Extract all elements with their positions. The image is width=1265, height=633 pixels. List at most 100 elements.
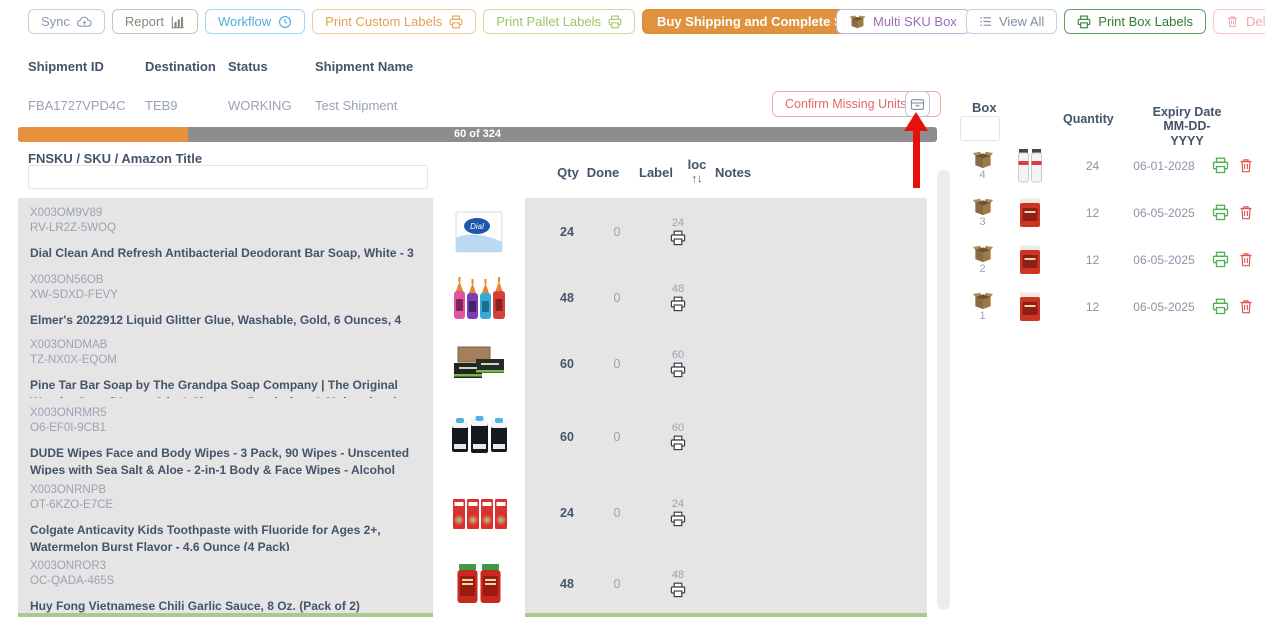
sync-button[interactable]: Sync	[28, 9, 105, 34]
product-title: DUDE Wipes Face and Body Wipes - 3 Pack,…	[30, 445, 421, 475]
product-image-colgate-toothpaste	[433, 475, 525, 551]
shipment-name-value: Test Shipment	[315, 98, 397, 113]
product-image-chili-garlic-sauce	[433, 551, 525, 617]
delete-box-icon[interactable]	[1238, 298, 1254, 315]
product-image-glitter-glue	[433, 265, 525, 330]
done-column-header: Done	[583, 165, 623, 180]
box-expiry-value: 06-01-2028	[1130, 159, 1198, 173]
shipment-id-value: FBA1727VPD4C	[28, 98, 126, 113]
print-box-label-icon[interactable]	[1212, 298, 1229, 315]
delete-box-icon[interactable]	[1238, 251, 1254, 268]
sku: XW-SDXD-FEVY	[30, 288, 421, 303]
sku: RV-LR2Z-5WOQ	[30, 221, 421, 236]
product-row[interactable]: X003ONROR3 OC-QADA-465S Huy Fong Vietnam…	[18, 551, 433, 617]
cloud-sync-icon	[77, 16, 92, 28]
product-image-dude-wipes	[433, 398, 525, 475]
product-title: Elmer's 2022912 Liquid Glitter Glue, Was…	[30, 312, 421, 330]
open-box-icon	[972, 151, 994, 169]
print-label-icon[interactable]	[670, 582, 686, 598]
destination-header: Destination	[145, 59, 216, 74]
delete-box-icon[interactable]	[1238, 204, 1254, 221]
delete-boxes-button[interactable]: Delete Boxes	[1213, 9, 1265, 34]
view-all-label: View All	[999, 14, 1044, 29]
print-label-icon[interactable]	[670, 230, 686, 246]
print-custom-labels-button[interactable]: Print Custom Labels	[312, 9, 476, 34]
product-image-dial-soap: Dial	[433, 198, 525, 265]
box-product-image-red-pouch	[1005, 197, 1055, 229]
print-pallet-labels-label: Print Pallet Labels	[496, 14, 601, 29]
sku: OC-QADA-465S	[30, 574, 421, 589]
box-icon-cell[interactable]: 3	[960, 198, 1005, 228]
list-icon	[979, 15, 992, 28]
print-box-label-icon[interactable]	[1212, 157, 1229, 174]
loc-sort-control[interactable]: ↑↓	[682, 173, 712, 186]
fnsku: X003OM9V89	[30, 206, 421, 221]
delete-boxes-label: Delete Boxes	[1246, 14, 1265, 29]
box-quantity-value: 12	[1055, 206, 1130, 220]
print-pallet-labels-button[interactable]: Print Pallet Labels	[483, 9, 635, 34]
fnsku: X003ON56OB	[30, 273, 421, 288]
product-row[interactable]: X003ONRNPB OT-6KZO-E7CE Colgate Anticavi…	[18, 475, 433, 551]
box-icon-cell[interactable]: 1	[960, 292, 1005, 322]
box-quantity-value: 12	[1055, 253, 1130, 267]
delete-box-icon[interactable]	[1238, 157, 1254, 174]
box-tool-button[interactable]	[905, 91, 930, 117]
product-title: Huy Fong Vietnamese Chili Garlic Sauce, …	[30, 598, 421, 615]
sync-label: Sync	[41, 14, 70, 29]
box-icon-cell[interactable]: 2	[960, 245, 1005, 275]
status-value: WORKING	[228, 98, 292, 113]
product-list-panel: X003OM9V89 RV-LR2Z-5WOQ Dial Clean And R…	[18, 198, 433, 617]
view-all-button[interactable]: View All	[966, 9, 1057, 34]
label-count: 24	[672, 218, 684, 229]
confirm-missing-units-label: Confirm Missing Units	[785, 97, 907, 111]
sku-search-input[interactable]	[28, 165, 428, 189]
box-product-image-tubes	[1005, 147, 1055, 185]
workflow-button[interactable]: Workflow	[205, 9, 305, 34]
shipment-progress-bar: 60 of 324	[18, 127, 937, 142]
bar-chart-icon	[171, 15, 185, 29]
shipment-name-header: Shipment Name	[315, 59, 413, 74]
open-box-icon	[972, 245, 994, 263]
list-scrollbar[interactable]	[937, 170, 950, 610]
print-label-icon[interactable]	[670, 511, 686, 527]
label-count: 48	[672, 284, 684, 295]
box-quantity-value: 24	[1055, 159, 1130, 173]
report-button[interactable]: Report	[112, 9, 198, 34]
print-label-icon[interactable]	[670, 435, 686, 451]
box-row: 3 12 06-05-2025	[960, 189, 1260, 236]
qty-value: 24	[540, 225, 594, 239]
box-quantity-value: 12	[1055, 300, 1130, 314]
print-label-icon[interactable]	[670, 362, 686, 378]
box-column-header: Box	[972, 100, 997, 115]
loc-label: loc	[682, 158, 712, 173]
quantity-row: 24 0 24	[525, 475, 927, 551]
print-box-labels-button[interactable]: Print Box Labels	[1064, 9, 1206, 34]
notes-column-header: Notes	[713, 165, 753, 180]
attention-arrow	[904, 112, 928, 188]
open-box-icon	[972, 198, 994, 216]
open-box-icon	[972, 292, 994, 310]
box-expiry-value: 06-05-2025	[1130, 300, 1198, 314]
box-list: 4 24 06-01-2028 3 12 06-05-2025 2	[960, 142, 1260, 330]
print-box-label-icon[interactable]	[1212, 251, 1229, 268]
product-row[interactable]: X003ON56OB XW-SDXD-FEVY Elmer's 2022912 …	[18, 265, 433, 330]
product-row[interactable]: X003ONRMR5 O6-EF0I-9CB1 DUDE Wipes Face …	[18, 398, 433, 475]
quantity-row: 60 0 60	[525, 398, 927, 475]
qty-value: 60	[540, 430, 594, 444]
trash-icon	[1226, 15, 1239, 28]
multi-sku-box-button[interactable]: Multi SKU Box	[836, 9, 970, 34]
done-value: 0	[594, 291, 640, 305]
printer-icon	[608, 15, 622, 29]
multi-sku-box-label: Multi SKU Box	[873, 14, 957, 29]
box-filter-input[interactable]	[960, 116, 1000, 141]
expiry-header-line1: Expiry Date	[1147, 105, 1227, 119]
box-expiry-value: 06-05-2025	[1130, 253, 1198, 267]
print-label-icon[interactable]	[670, 296, 686, 312]
box-product-image-red-pouch	[1005, 244, 1055, 276]
product-row[interactable]: X003ONDMAB TZ-NX0X-EQOM Pine Tar Bar Soa…	[18, 330, 433, 398]
print-box-label-icon[interactable]	[1212, 204, 1229, 221]
box-icon-cell[interactable]: 4	[960, 151, 1005, 181]
product-row[interactable]: X003OM9V89 RV-LR2Z-5WOQ Dial Clean And R…	[18, 198, 433, 265]
toolbar-left: Sync Report Workflow Print Custom Labels…	[28, 9, 923, 34]
box-row: 2 12 06-05-2025	[960, 236, 1260, 283]
